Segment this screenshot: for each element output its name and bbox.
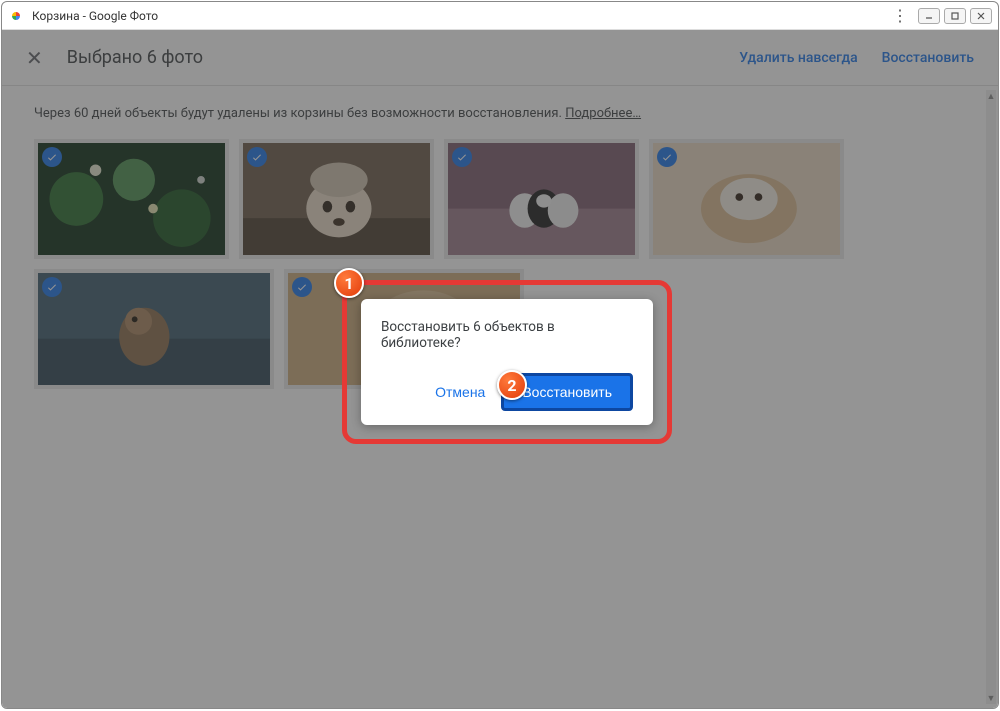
annotation-badge-2: 2 (497, 370, 527, 400)
kebab-menu-icon[interactable]: ⋮ (888, 4, 912, 28)
thumb-image (38, 143, 225, 255)
app-window: Корзина - Google Фото ⋮ ✕ Выбрано 6 фото… (1, 1, 999, 709)
restore-dialog: Восстановить 6 объектов в библиотеке? От… (361, 299, 653, 425)
learn-more-link[interactable]: Подробнее… (565, 106, 641, 121)
photo-thumb[interactable] (239, 139, 434, 259)
google-photos-icon (8, 8, 24, 24)
selection-bar: ✕ Выбрано 6 фото Удалить навсегда Восста… (2, 30, 998, 86)
selected-check-icon[interactable] (292, 277, 312, 297)
cancel-button[interactable]: Отмена (425, 378, 495, 406)
thumb-image (653, 143, 840, 255)
minimize-button[interactable] (918, 8, 940, 24)
close-selection-icon[interactable]: ✕ (26, 46, 43, 70)
selected-check-icon[interactable] (452, 147, 472, 167)
callout-frame: Восстановить 6 объектов в библиотеке? От… (342, 280, 672, 444)
selected-check-icon[interactable] (657, 147, 677, 167)
photo-thumb[interactable] (34, 139, 229, 259)
scroll-up-arrow[interactable]: ▲ (986, 90, 996, 102)
photo-thumb[interactable] (444, 139, 639, 259)
photo-thumb[interactable] (649, 139, 844, 259)
scroll-down-arrow[interactable]: ▼ (986, 692, 996, 704)
maximize-button[interactable] (944, 8, 966, 24)
titlebar: Корзина - Google Фото ⋮ (2, 2, 998, 30)
window-title: Корзина - Google Фото (32, 9, 888, 23)
annotation-badge-1: 1 (334, 268, 364, 298)
photo-thumb[interactable] (34, 269, 274, 389)
close-window-button[interactable] (970, 8, 992, 24)
selected-check-icon[interactable] (247, 147, 267, 167)
thumb-image (448, 143, 635, 255)
notice-text: Через 60 дней объекты будут удалены из к… (34, 106, 565, 121)
dialog-message: Восстановить 6 объектов в библиотеке? (381, 319, 633, 351)
trash-notice: Через 60 дней объекты будут удалены из к… (34, 106, 966, 121)
thumb-image (38, 273, 270, 385)
selected-check-icon[interactable] (42, 277, 62, 297)
delete-forever-button[interactable]: Удалить навсегда (739, 50, 857, 66)
vertical-scrollbar[interactable]: ▲ ▼ (986, 90, 996, 704)
restore-button[interactable]: Восстановить (882, 50, 974, 66)
selected-check-icon[interactable] (42, 147, 62, 167)
thumb-image (243, 143, 430, 255)
window-controls (918, 8, 992, 24)
selection-count-label: Выбрано 6 фото (67, 47, 716, 68)
